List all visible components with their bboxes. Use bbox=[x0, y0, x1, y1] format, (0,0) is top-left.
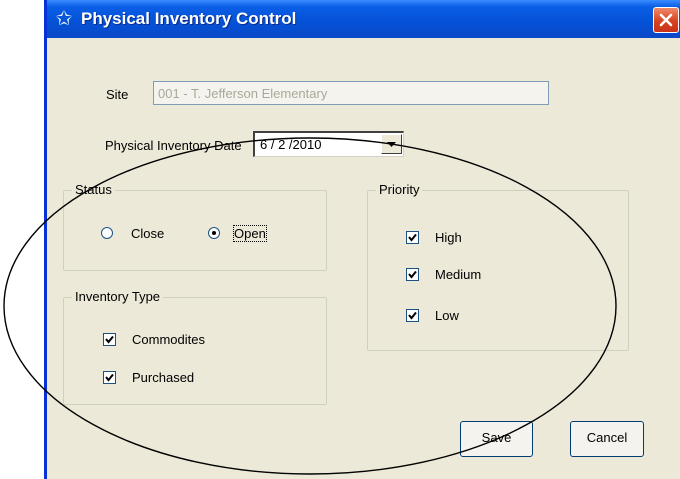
cancel-button[interactable]: Cancel bbox=[570, 421, 644, 457]
status-legend: Status bbox=[72, 182, 115, 197]
close-radio[interactable] bbox=[101, 227, 113, 239]
dialog-window: ✩ Physical Inventory Control Site 001 - … bbox=[44, 0, 680, 479]
site-label: Site bbox=[106, 87, 129, 102]
close-radio-label[interactable]: Close bbox=[131, 226, 164, 241]
close-icon bbox=[659, 13, 673, 27]
inventory-type-legend: Inventory Type bbox=[72, 289, 164, 304]
site-field[interactable]: 001 - T. Jefferson Elementary bbox=[153, 81, 549, 105]
inventory-date-value: 6 / 2 /2010 bbox=[260, 137, 322, 152]
checkmark-icon bbox=[105, 335, 114, 344]
chevron-down-icon bbox=[387, 142, 396, 147]
inventory-date-picker[interactable]: 6 / 2 /2010 bbox=[253, 131, 404, 157]
window-title: Physical Inventory Control bbox=[81, 9, 297, 28]
high-label[interactable]: High bbox=[435, 230, 462, 245]
save-button[interactable]: Save bbox=[460, 421, 533, 457]
site-value: 001 - T. Jefferson Elementary bbox=[158, 86, 328, 101]
open-radio[interactable] bbox=[208, 227, 220, 239]
low-label[interactable]: Low bbox=[435, 308, 459, 323]
priority-legend: Priority bbox=[376, 182, 423, 197]
medium-checkbox[interactable] bbox=[406, 268, 419, 281]
title-bar[interactable]: ✩ Physical Inventory Control bbox=[47, 0, 680, 38]
inventory-type-group: Inventory Type bbox=[63, 289, 327, 405]
high-checkbox[interactable] bbox=[406, 231, 419, 244]
star-icon: ✩ bbox=[55, 8, 73, 30]
date-dropdown-button[interactable] bbox=[381, 134, 402, 154]
cancel-button-label: Cancel bbox=[586, 430, 628, 445]
radio-dot bbox=[212, 231, 216, 235]
medium-label[interactable]: Medium bbox=[435, 267, 481, 282]
purchased-label[interactable]: Purchased bbox=[132, 370, 194, 385]
commodites-label[interactable]: Commodites bbox=[132, 332, 205, 347]
checkmark-icon bbox=[105, 373, 114, 382]
close-button[interactable] bbox=[653, 7, 679, 33]
checkmark-icon bbox=[408, 311, 417, 320]
checkmark-icon bbox=[408, 233, 417, 242]
purchased-checkbox[interactable] bbox=[103, 371, 116, 384]
inventory-date-label: Physical Inventory Date bbox=[105, 138, 242, 153]
open-radio-label[interactable]: Open bbox=[233, 225, 267, 242]
low-checkbox[interactable] bbox=[406, 309, 419, 322]
commodites-checkbox[interactable] bbox=[103, 333, 116, 346]
checkmark-icon bbox=[408, 270, 417, 279]
save-button-label: Save bbox=[481, 430, 512, 445]
